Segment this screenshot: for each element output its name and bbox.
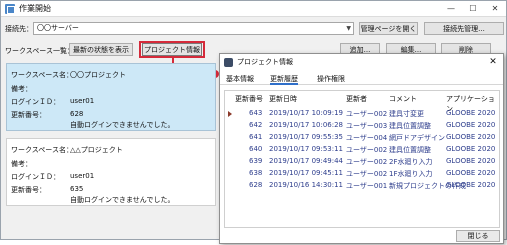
column-header-user[interactable]: 更新者 [346,94,367,104]
cell-date: 2019/10/17 09:45:11 [269,169,344,177]
cell-update-number: 639 [249,157,263,165]
status-message: 自動ログインできませんでした。 [70,121,175,129]
cell-comment: 建具寸変更 [389,110,424,118]
cell-date: 2019/10/17 10:06:28 [269,121,344,129]
cell-comment: 1F水廻り入力 [389,170,433,178]
app-icon [5,3,15,14]
workspace-note-label: 備考： [11,85,32,93]
cell-user: ユーザー002 [346,170,388,178]
cell-comment: 2F水廻り入力 [389,158,433,166]
minimize-button[interactable]: — [440,1,462,17]
cell-update-number: 638 [249,169,263,177]
cell-user: ユーザー004 [346,134,388,142]
table-row[interactable]: 643 2019/10/17 10:09:19 ユーザー002 建具寸変更 GL… [225,109,499,121]
table-row[interactable]: 639 2019/10/17 09:49:44 ユーザー002 2F水廻り入力 … [225,157,499,169]
dialog-app-icon [224,57,233,67]
cell-user: ユーザー002 [346,158,388,166]
current-row-marker-icon [228,111,232,117]
cell-application: GLOOBE 2020 [446,133,496,141]
connection-value: 〇〇サーバー [37,24,79,32]
login-id-label: ログインＩＤ： [11,173,60,181]
workspace-name: 〇〇プロジェクト [70,71,126,79]
cell-update-number: 641 [249,133,263,141]
show-latest-button[interactable]: 最新の状態を表示 [69,43,133,56]
cell-update-number: 628 [249,181,263,189]
login-id: user01 [70,172,95,180]
column-header-date[interactable]: 更新日時 [269,94,297,104]
cell-application: GLOOBE 2020 [446,109,496,117]
status-message: 自動ログインできませんでした。 [70,196,175,204]
table-row[interactable]: 638 2019/10/17 09:45:11 ユーザー002 1F水廻り入力 … [225,169,499,181]
cell-user: ユーザー002 [346,146,388,154]
cell-application: GLOOBE 2020 [446,157,496,165]
cell-comment: 建具位置調整 [389,122,431,130]
cell-date: 2019/10/16 14:30:11 [269,181,344,189]
login-id-label: ログインＩＤ： [11,98,60,106]
table-row[interactable]: 628 2019/10/16 14:30:11 ユーザー001 新規プロジェクト… [225,181,499,193]
workspace-name-label: ワークスペース名： [11,146,73,154]
history-table: 更新番号 更新日時 更新者 コメント アプリケーション 643 2019/10/… [224,90,500,228]
cell-date: 2019/10/17 10:09:19 [269,109,344,117]
update-number: 635 [70,185,84,193]
chevron-down-icon: ▼ [346,25,351,32]
table-row[interactable]: 642 2019/10/17 10:06:28 ユーザー003 建具位置調整 G… [225,121,499,133]
window-title: 作業開始 [19,4,51,13]
tab-permissions[interactable]: 操作権限 [317,74,345,84]
login-id: user01 [70,97,95,105]
dialog-close-button[interactable]: 閉じる [456,230,500,242]
workspace-card[interactable]: ワークスペース名： 〇〇プロジェクト 備考： ログインＩＤ： user01 更新… [6,63,216,131]
column-header-comment[interactable]: コメント [389,94,417,104]
title-bar: 作業開始 — ☐ ✕ [1,1,506,17]
cell-application: GLOOBE 2020 [446,169,496,177]
cell-user: ユーザー003 [346,122,388,130]
dialog-title: プロジェクト情報 [237,58,293,66]
callout-highlight [139,41,205,58]
maximize-button[interactable]: ☐ [462,1,484,17]
update-number-label: 更新番号： [11,111,46,119]
connection-select[interactable]: 〇〇サーバー ▼ [33,22,354,35]
table-row[interactable]: 641 2019/10/17 09:55:35 ユーザー004 網戸ドアデザイン… [225,133,499,145]
cell-comment: 網戸ドアデザイン [389,134,445,142]
dialog-tabs: 基本情報 更新履歴 操作権限 [220,72,503,85]
cell-comment: 建具位置調整 [389,146,431,154]
cell-date: 2019/10/17 09:55:35 [269,133,344,141]
close-button[interactable]: ✕ [484,1,506,17]
cell-application: GLOOBE 2020 [446,181,496,189]
connection-manage-button[interactable]: 接続先管理... [424,22,504,35]
cell-date: 2019/10/17 09:49:44 [269,157,344,165]
workspace-note-label: 備考： [11,160,32,168]
cell-user: ユーザー001 [346,182,388,190]
dialog-title-bar: プロジェクト情報 ✕ [220,54,503,70]
connection-label: 接続先： [5,25,33,33]
cell-user: ユーザー002 [346,110,388,118]
tab-basic-info[interactable]: 基本情報 [226,74,254,84]
workspace-name: △△プロジェクト [70,146,123,154]
update-number: 628 [70,110,84,118]
column-header-update-number[interactable]: 更新番号 [235,94,263,104]
cell-application: GLOOBE 2020 [446,145,496,153]
workspace-card[interactable]: ワークスペース名： △△プロジェクト 備考： ログインＩＤ： user01 更新… [6,138,216,206]
cell-date: 2019/10/17 09:53:11 [269,145,344,153]
table-row[interactable]: 640 2019/10/17 09:53:11 ユーザー002 建具位置調整 G… [225,145,499,157]
dialog-close-icon[interactable]: ✕ [483,57,503,67]
tab-update-history[interactable]: 更新履歴 [270,74,298,85]
cell-application: GLOOBE 2020 [446,121,496,129]
workspace-name-label: ワークスペース名： [11,71,73,79]
project-info-dialog: プロジェクト情報 ✕ 基本情報 更新履歴 操作権限 更新番号 更新日時 更新者 … [219,53,504,244]
cell-update-number: 643 [249,109,263,117]
workspace-list-label: ワークスペース一覧： [5,47,74,55]
open-admin-page-button[interactable]: 管理ページを開く [359,22,418,35]
cell-update-number: 642 [249,121,263,129]
update-number-label: 更新番号： [11,186,46,194]
cell-update-number: 640 [249,145,263,153]
